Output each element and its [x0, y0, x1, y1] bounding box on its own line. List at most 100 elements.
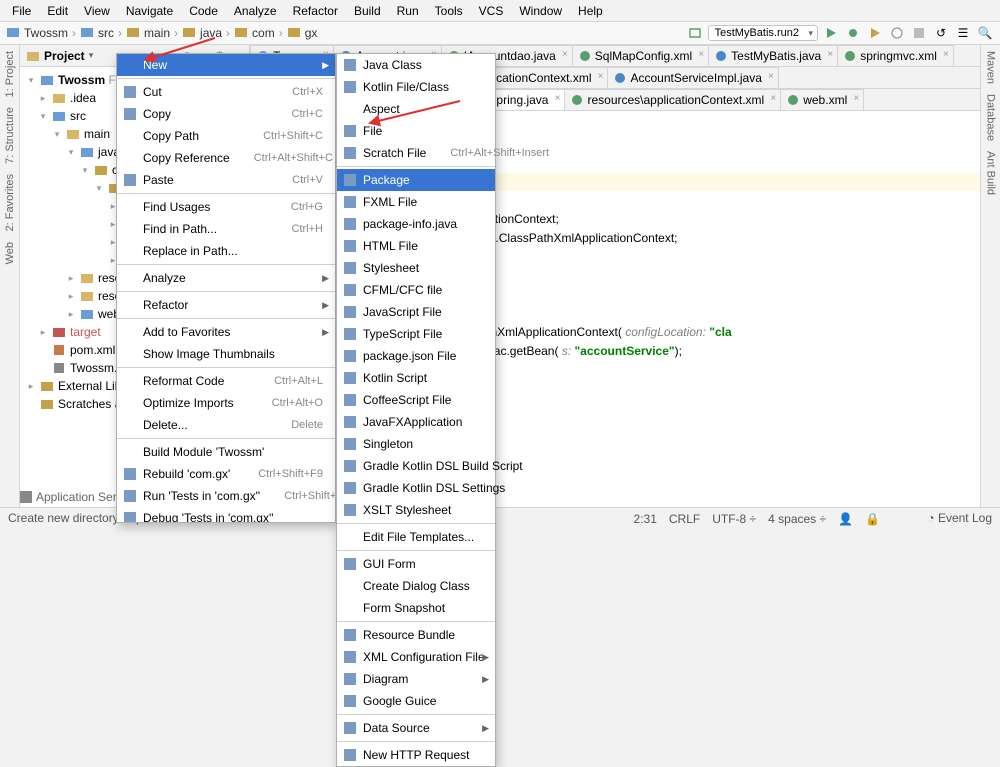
menu-item-run-tests-in-com-gx-[interactable]: Run 'Tests in 'com.gx''Ctrl+Shift+F10 — [117, 485, 335, 507]
menu-item-new-http-request[interactable]: New HTTP Request — [337, 744, 495, 766]
menu-item-kotlin-file-class[interactable]: Kotlin File/Class — [337, 76, 495, 98]
tree-pom[interactable]: pom.xml — [70, 343, 115, 357]
breadcrumb-main[interactable]: main — [144, 26, 170, 40]
menu-help[interactable]: Help — [570, 2, 611, 20]
project-tool-button[interactable]: 1: Project — [4, 51, 16, 97]
menu-item-add-to-favorites[interactable]: Add to Favorites▶ — [117, 321, 335, 343]
menu-item-javafxapplication[interactable]: JavaFXApplication — [337, 411, 495, 433]
menu-navigate[interactable]: Navigate — [118, 2, 181, 20]
event-log-button[interactable]: ◔ Event Log — [927, 511, 992, 525]
menu-item-data-source[interactable]: Data Source▶ — [337, 717, 495, 739]
menu-item-rebuild-com-gx-[interactable]: Rebuild 'com.gx'Ctrl+Shift+F9 — [117, 463, 335, 485]
menu-item-gui-form[interactable]: GUI Form — [337, 553, 495, 575]
tab-resources-applicationcontext-xml[interactable]: resources\applicationContext.xml× — [564, 89, 781, 110]
menu-refactor[interactable]: Refactor — [285, 2, 346, 20]
caret-position[interactable]: 2:31 — [634, 512, 657, 526]
menu-item-xml-configuration-file[interactable]: XML Configuration File▶ — [337, 646, 495, 668]
close-icon[interactable]: × — [768, 71, 774, 82]
close-icon[interactable]: × — [827, 49, 833, 60]
profile-icon[interactable] — [888, 24, 906, 42]
search-everywhere-icon[interactable]: 🔍 — [976, 24, 994, 42]
close-icon[interactable]: × — [943, 49, 949, 60]
menu-edit[interactable]: Edit — [39, 2, 76, 20]
menu-item-delete-[interactable]: Delete...Delete — [117, 414, 335, 436]
menu-analyze[interactable]: Analyze — [226, 2, 285, 20]
menu-item-package-info-java[interactable]: package-info.java — [337, 213, 495, 235]
menu-item-refactor[interactable]: Refactor▶ — [117, 294, 335, 316]
menu-item-gradle-kotlin-dsl-build-script[interactable]: Gradle Kotlin DSL Build Script — [337, 455, 495, 477]
menu-item-build-module-twossm-[interactable]: Build Module 'Twossm' — [117, 441, 335, 463]
tab-accountserviceimpl-java[interactable]: AccountServiceImpl.java× — [607, 67, 778, 88]
menu-run[interactable]: Run — [389, 2, 427, 20]
menu-item-aspect[interactable]: Aspect — [337, 98, 495, 120]
menu-item-javascript-file[interactable]: JavaScript File — [337, 301, 495, 323]
menu-item-diagram[interactable]: Diagram▶ — [337, 668, 495, 690]
menu-file[interactable]: File — [4, 2, 39, 20]
menu-item-typescript-file[interactable]: TypeScript File — [337, 323, 495, 345]
breadcrumb-java[interactable]: java — [200, 26, 222, 40]
menu-view[interactable]: View — [76, 2, 118, 20]
maven-tool-button[interactable]: Maven — [985, 51, 997, 84]
favorites-tool-button[interactable]: 2: Favorites — [4, 174, 16, 231]
debug-icon[interactable] — [844, 24, 862, 42]
menu-item-package[interactable]: Package — [337, 169, 495, 191]
close-icon[interactable]: × — [853, 93, 859, 104]
coverage-icon[interactable] — [866, 24, 884, 42]
menu-tools[interactable]: Tools — [427, 2, 471, 20]
database-tool-button[interactable]: Database — [985, 94, 997, 141]
menu-code[interactable]: Code — [181, 2, 226, 20]
tree-main[interactable]: main — [84, 127, 110, 141]
line-sep[interactable]: CRLF — [669, 512, 700, 526]
menu-item-package-json-file[interactable]: package.json File — [337, 345, 495, 367]
menu-item-html-file[interactable]: HTML File — [337, 235, 495, 257]
tab-testmybatis-java[interactable]: TestMyBatis.java× — [708, 45, 838, 66]
stop-icon[interactable] — [910, 24, 928, 42]
run-config-select[interactable]: TestMyBatis.run2 — [708, 25, 818, 41]
menu-item-form-snapshot[interactable]: Form Snapshot — [337, 597, 495, 619]
tab-sqlmapconfig-xml[interactable]: SqlMapConfig.xml× — [572, 45, 709, 66]
vcs-icon[interactable]: ↺ — [932, 24, 950, 42]
menu-item-analyze[interactable]: Analyze▶ — [117, 267, 335, 289]
menu-item-gradle-kotlin-dsl-settings[interactable]: Gradle Kotlin DSL Settings — [337, 477, 495, 499]
menu-item-copy-path[interactable]: Copy PathCtrl+Shift+C — [117, 125, 335, 147]
breadcrumb[interactable]: Twossm›src›main›java›com›gx — [6, 25, 682, 42]
menu-item-cut[interactable]: CutCtrl+X — [117, 81, 335, 103]
structure-icon[interactable]: ☰ — [954, 24, 972, 42]
menu-item-find-usages[interactable]: Find UsagesCtrl+G — [117, 196, 335, 218]
menu-item-kotlin-script[interactable]: Kotlin Script — [337, 367, 495, 389]
close-icon[interactable]: × — [770, 93, 776, 104]
menu-item-file[interactable]: File — [337, 120, 495, 142]
menu-item-google-guice[interactable]: Google Guice — [337, 690, 495, 712]
tree-target[interactable]: target — [70, 325, 101, 339]
breadcrumb-Twossm[interactable]: Twossm — [24, 26, 68, 40]
menu-window[interactable]: Window — [511, 2, 570, 20]
menu-item-optimize-imports[interactable]: Optimize ImportsCtrl+Alt+O — [117, 392, 335, 414]
menu-item-new[interactable]: New▶ — [117, 54, 335, 76]
menu-item-edit-file-templates-[interactable]: Edit File Templates... — [337, 526, 495, 548]
menu-item-resource-bundle[interactable]: Resource Bundle — [337, 624, 495, 646]
menu-item-paste[interactable]: PasteCtrl+V — [117, 169, 335, 191]
tree-src[interactable]: src — [70, 109, 86, 123]
tab-web-xml[interactable]: web.xml× — [780, 89, 864, 110]
menu-item-cfml-cfc-file[interactable]: CFML/CFC file — [337, 279, 495, 301]
menu-item-coffeescript-file[interactable]: CoffeeScript File — [337, 389, 495, 411]
menu-item-debug-tests-in-com-gx-[interactable]: Debug 'Tests in 'com.gx'' — [117, 507, 335, 523]
menu-item-copy-reference[interactable]: Copy ReferenceCtrl+Alt+Shift+C — [117, 147, 335, 169]
structure-tool-button[interactable]: 7: Structure — [4, 107, 16, 164]
tree-idea[interactable]: .idea — [70, 91, 96, 105]
menu-item-show-image-thumbnails[interactable]: Show Image Thumbnails — [117, 343, 335, 365]
web-tool-button[interactable]: Web — [4, 242, 16, 264]
menu-item-copy[interactable]: CopyCtrl+C — [117, 103, 335, 125]
tab-springmvc-xml[interactable]: springmvc.xml× — [837, 45, 954, 66]
menu-item-stylesheet[interactable]: Stylesheet — [337, 257, 495, 279]
run-icon[interactable] — [822, 24, 840, 42]
breadcrumb-gx[interactable]: gx — [305, 26, 318, 40]
inspections-icon[interactable]: 👤 — [838, 512, 853, 526]
menu-item-xslt-stylesheet[interactable]: XSLT Stylesheet — [337, 499, 495, 521]
menu-item-create-dialog-class[interactable]: Create Dialog Class — [337, 575, 495, 597]
close-icon[interactable]: × — [555, 93, 561, 104]
chevron-down-icon[interactable]: ▾ — [89, 50, 94, 61]
build-icon[interactable] — [686, 24, 704, 42]
breadcrumb-src[interactable]: src — [98, 26, 114, 40]
encoding[interactable]: UTF-8 ÷ — [712, 512, 756, 526]
